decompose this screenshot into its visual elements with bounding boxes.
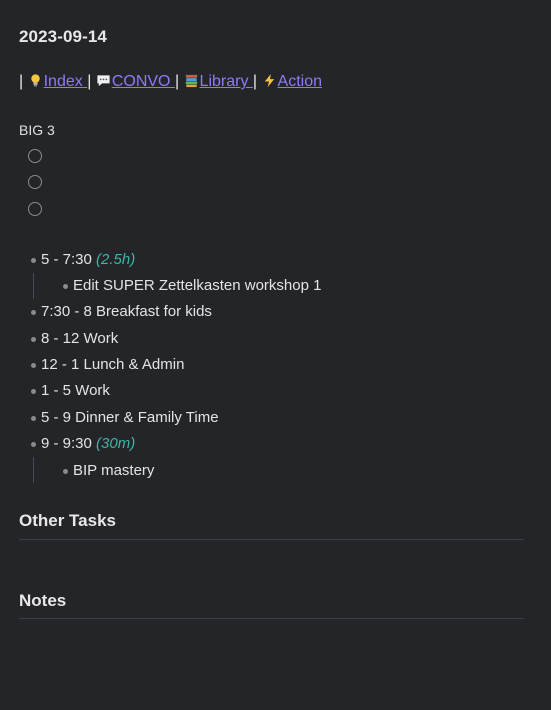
notes-heading: Notes <box>19 591 67 610</box>
action-link[interactable]: Action <box>262 73 322 90</box>
link-separator: | <box>252 73 258 90</box>
schedule-item-duration: (30m) <box>96 435 136 452</box>
books-icon <box>185 74 197 88</box>
list-bullet <box>31 337 36 342</box>
nav-links: | Index | CONVO | Library | Action <box>19 73 322 91</box>
other-tasks-heading: Other Tasks <box>19 511 117 530</box>
section-divider <box>19 618 524 619</box>
link-separator: | <box>87 73 92 90</box>
list-bullet <box>63 284 68 289</box>
big3-task-checkbox-1[interactable] <box>28 149 42 163</box>
speech-bubble-icon <box>97 75 110 87</box>
schedule-item-time: 9 - 9:30 <box>41 435 92 452</box>
schedule-item: 8 - 12 Work <box>41 330 119 347</box>
lightning-icon <box>264 73 274 88</box>
index-link[interactable]: Index <box>28 73 88 90</box>
convo-link-label: CONVO <box>111 73 171 90</box>
schedule-item-duration: (2.5h) <box>96 251 136 268</box>
page-title: 2023-09-14 <box>19 27 107 46</box>
big3-task-checkbox-2[interactable] <box>28 175 42 189</box>
convo-link[interactable]: CONVO <box>96 73 175 90</box>
indent-guide <box>33 273 34 299</box>
schedule-item: 12 - 1 Lunch & Admin <box>41 356 185 373</box>
link-separator: | <box>174 73 180 90</box>
list-bullet <box>31 363 36 368</box>
list-bullet <box>31 258 36 263</box>
link-separator: | <box>19 73 24 90</box>
schedule-subitem: BIP mastery <box>73 462 155 479</box>
indent-guide <box>33 457 34 483</box>
library-link-label: Library <box>199 73 249 90</box>
list-bullet <box>31 310 36 315</box>
list-bullet <box>31 442 36 447</box>
list-bullet <box>31 389 36 394</box>
schedule-item-time: 5 - 7:30 <box>41 251 92 268</box>
schedule-item: 7:30 - 8 Breakfast for kids <box>41 303 212 320</box>
schedule-item: 9 - 9:30 (30m) <box>41 435 135 452</box>
list-bullet <box>63 469 68 474</box>
schedule-subitem: Edit SUPER Zettelkasten workshop 1 <box>73 277 322 294</box>
big3-label: BIG 3 <box>19 122 55 138</box>
schedule-item: 1 - 5 Work <box>41 382 110 399</box>
schedule-item: 5 - 9 Dinner & Family Time <box>41 409 219 426</box>
big3-task-checkbox-3[interactable] <box>28 202 42 216</box>
library-link[interactable]: Library <box>184 73 253 90</box>
list-bullet <box>31 416 36 421</box>
section-divider <box>19 539 524 540</box>
action-link-label: Action <box>277 73 322 90</box>
schedule-item: 5 - 7:30 (2.5h) <box>41 251 135 268</box>
index-link-label: Index <box>43 73 83 90</box>
lightbulb-icon <box>30 74 40 87</box>
